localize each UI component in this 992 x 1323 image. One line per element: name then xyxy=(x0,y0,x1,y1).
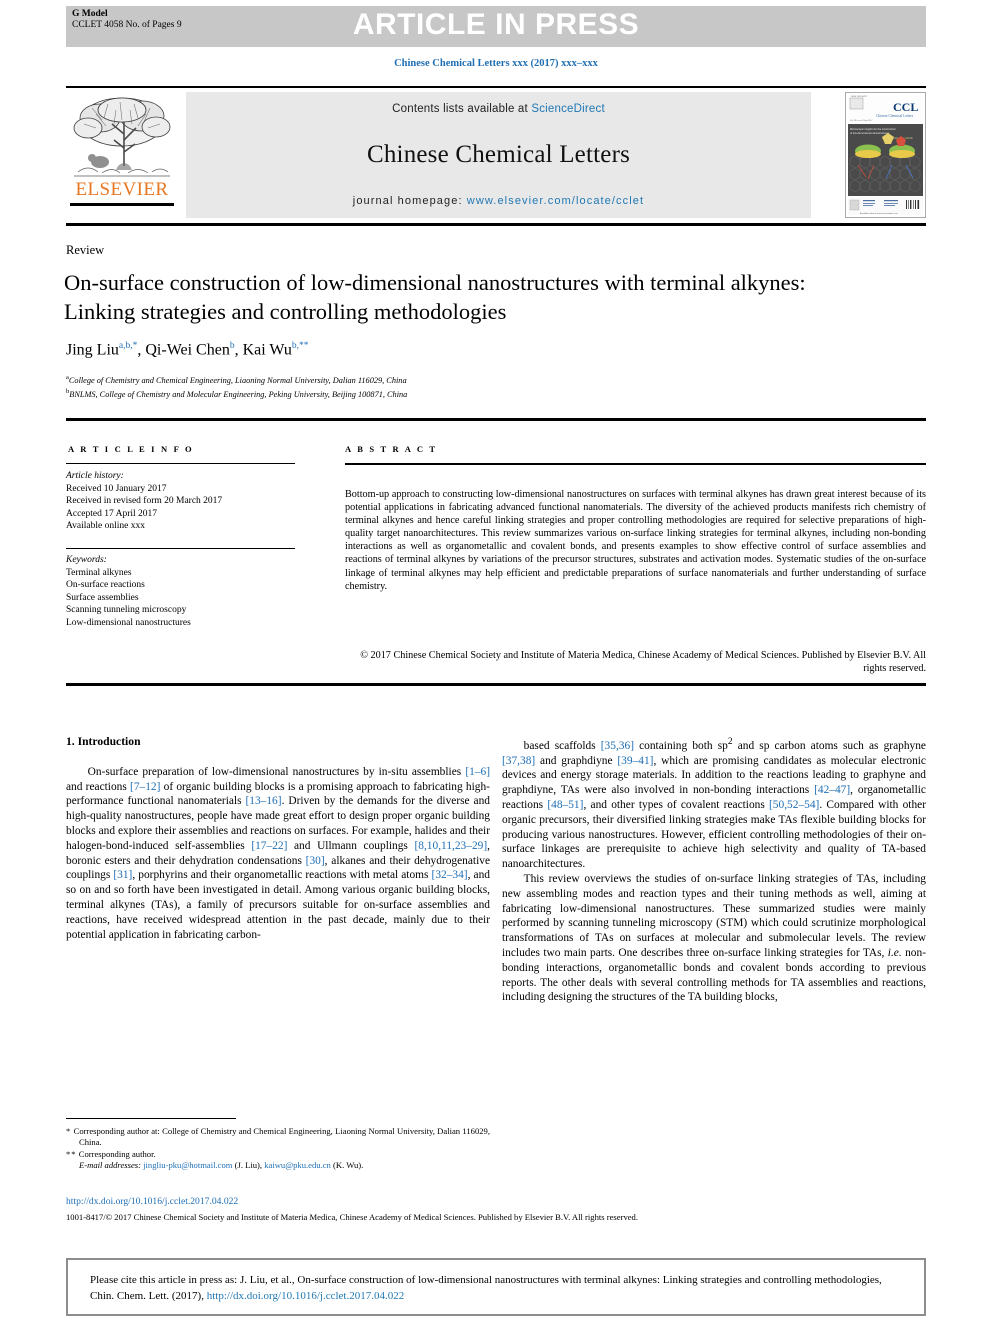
footnote-rule xyxy=(66,1118,236,1119)
sciencedirect-link[interactable]: ScienceDirect xyxy=(531,103,605,115)
masthead-top-rule xyxy=(66,86,926,88)
abstract-rule xyxy=(345,463,926,465)
journal-cover-thumbnail: ISSN 1001-8417 CCL Chinese Chemical Lett… xyxy=(845,92,926,218)
abstract-copyright: © 2017 Chinese Chemical Society and Inst… xyxy=(360,650,926,675)
email-owner-1: (J. Liu), xyxy=(234,1160,263,1171)
history-item: Available online xxx xyxy=(66,521,145,532)
keywords-label: Keywords: xyxy=(66,555,107,565)
article-info-heading: A R T I C L E I N F O xyxy=(68,444,194,454)
history-item: Accepted 17 April 2017 xyxy=(66,508,158,519)
footnotes-block: * Corresponding author at: College of Ch… xyxy=(66,1126,490,1172)
history-item: Received 10 January 2017 xyxy=(66,483,167,494)
masthead-center: Contents lists available at ScienceDirec… xyxy=(186,92,811,218)
contents-prefix: Contents lists available at xyxy=(392,103,532,115)
article-in-press-text: ARTICLE IN PRESS xyxy=(352,8,640,41)
journal-reference-line: Chinese Chemical Letters xxx (2017) xxx–… xyxy=(394,58,598,69)
body-column-left: 1. Introduction On-surface preparation o… xyxy=(66,735,490,942)
please-cite-doi-link[interactable]: http://dx.doi.org/10.1016/j.cclet.2017.0… xyxy=(207,1290,404,1302)
keyword-item: On-surface reactions xyxy=(66,580,145,591)
author-list: Jing Liua,b,*, Qi-Wei Chenb, Kai Wub,** xyxy=(66,341,309,359)
issn-copyright-line: 1001-8417/© 2017 Chinese Chemical Societ… xyxy=(66,1212,639,1222)
email-link-2[interactable]: kaiwu@pku.edu.cn xyxy=(264,1160,331,1170)
email-addresses-line: E-mail addresses: jingliu-pku@hotmail.co… xyxy=(66,1160,490,1171)
section-heading-introduction: 1. Introduction xyxy=(66,735,141,748)
abstract-text: Bottom-up approach to constructing low-d… xyxy=(345,489,926,592)
article-section-type: Review xyxy=(66,243,105,257)
doi-link[interactable]: http://dx.doi.org/10.1016/j.cclet.2017.0… xyxy=(66,1196,238,1207)
article-history-label: Article history: xyxy=(66,471,124,481)
elsevier-underline xyxy=(70,203,174,206)
journal-homepage-line: journal homepage: www.elsevier.com/locat… xyxy=(353,195,644,207)
paragraph: based scaffolds [35,36] containing both … xyxy=(502,737,926,871)
affiliation-a-text: College of Chemistry and Chemical Engine… xyxy=(68,375,407,385)
article-in-press-banner: G Model CCLET 4058 No. of Pages 9 ARTICL… xyxy=(66,6,926,47)
journal-masthead: ELSEVIER Contents lists available at Sci… xyxy=(66,92,926,218)
svg-text:of low-dimensional nanostructu: of low-dimensional nanostructures xyxy=(850,131,890,135)
keyword-item: Terminal alkynes xyxy=(66,567,132,578)
keyword-item: Low-dimensional nanostructures xyxy=(66,617,191,628)
journal-homepage-link[interactable]: www.elsevier.com/locate/cclet xyxy=(467,195,644,207)
abstract-bottom-rule xyxy=(66,683,926,686)
contents-available-line: Contents lists available at ScienceDirec… xyxy=(392,103,605,115)
email-link-1[interactable]: jingliu-pku@hotmail.com xyxy=(143,1160,232,1170)
abstract-heading: A B S T R A C T xyxy=(345,444,438,454)
please-cite-box: Please cite this article in press as: J.… xyxy=(66,1258,926,1316)
affiliations: aCollege of Chemistry and Chemical Engin… xyxy=(66,372,866,401)
history-item: Received in revised form 20 March 2017 xyxy=(66,496,223,507)
svg-text:Microscopic insight into the c: Microscopic insight into the constructio… xyxy=(850,127,896,131)
page-title: On-surface construction of low-dimension… xyxy=(64,270,806,324)
info-top-rule xyxy=(66,418,926,421)
affiliation-a: aCollege of Chemistry and Chemical Engin… xyxy=(66,374,407,385)
affiliation-b: bBNLMS, College of Chemistry and Molecul… xyxy=(66,388,408,400)
article-history: Article history: Received 10 January 201… xyxy=(66,470,306,533)
corresponding-author-note-2: ** Corresponding author. xyxy=(66,1148,156,1159)
article-page: G Model CCLET 4058 No. of Pages 9 ARTICL… xyxy=(0,0,992,1323)
please-cite-text: Please cite this article in press as: J.… xyxy=(90,1272,908,1304)
paragraph: This review overviews the studies of on-… xyxy=(502,872,926,1004)
cover-art-icon: ISSN 1001-8417 CCL Chinese Chemical Lett… xyxy=(846,93,925,217)
elsevier-logo-block: ELSEVIER xyxy=(66,92,178,218)
affiliation-b-text: BNLMS, College of Chemistry and Molecula… xyxy=(69,390,408,400)
keyword-item: Scanning tunneling microscopy xyxy=(66,605,187,616)
body-column-right: based scaffolds [35,36] containing both … xyxy=(502,735,926,1005)
article-info-rule xyxy=(66,463,295,465)
keyword-item: Surface assemblies xyxy=(66,592,139,603)
keywords-block: Keywords: Terminal alkynes On-surface re… xyxy=(66,554,306,630)
elsevier-tree-icon xyxy=(73,97,171,177)
corresponding-author-note-1: * Corresponding author at: College of Ch… xyxy=(66,1126,490,1148)
svg-text:Available online at www.scienc: Available online at www.sciencedirect.co… xyxy=(860,212,898,215)
svg-text:CCL: CCL xyxy=(893,100,918,114)
svg-text:Chinese Chemical Letters: Chinese Chemical Letters xyxy=(876,114,914,118)
svg-text:Vol. 28 Issue 5 May 2017: Vol. 28 Issue 5 May 2017 xyxy=(850,120,873,122)
journal-title: Chinese Chemical Letters xyxy=(366,141,631,168)
homepage-prefix: journal homepage: xyxy=(352,195,467,207)
email-addresses-label: E-mail addresses: xyxy=(79,1160,141,1171)
email-owner-2: (K. Wu). xyxy=(333,1160,364,1171)
svg-text:ISSN 1001-8417: ISSN 1001-8417 xyxy=(851,96,868,98)
masthead-bottom-rule xyxy=(66,223,926,226)
keywords-rule xyxy=(66,548,295,550)
elsevier-wordmark: ELSEVIER xyxy=(75,179,169,200)
paragraph: On-surface preparation of low-dimensiona… xyxy=(66,765,491,941)
